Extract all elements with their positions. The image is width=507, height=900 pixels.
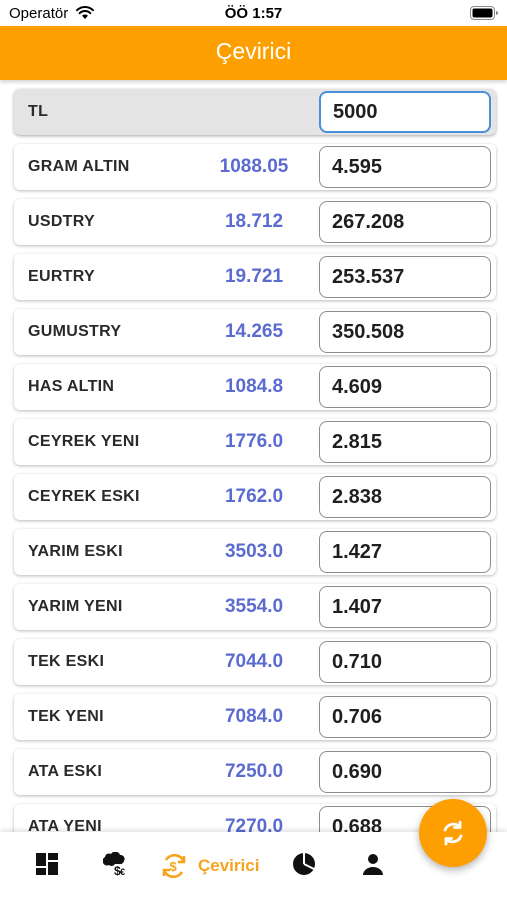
converted-amount-input[interactable] [319,201,491,243]
exchange-rate: 7084.0 [224,706,284,727]
converter-row: CEYREK ESKI 1762.0 [14,474,496,520]
converted-amount-input[interactable] [319,311,491,353]
currency-name: ATA YENI [28,818,102,832]
app-header: Çevirici [0,26,507,80]
currency-name: EURTRY [28,268,95,285]
currency-name: TEK YENI [28,708,104,725]
dashboard-icon [36,853,58,875]
nav-dashboard[interactable] [35,852,59,880]
exchange-rate: 14.265 [224,321,284,342]
currency-name: ATA ESKI [28,763,103,780]
exchange-rate: 7044.0 [224,651,284,672]
currency-name: TL [28,103,49,120]
converted-amount-input[interactable] [319,421,491,463]
converted-amount-input[interactable] [319,531,491,573]
converted-amount-input[interactable] [319,586,491,628]
status-time: ÖÖ 1:57 [224,5,283,22]
converter-row: YARIM YENI 3554.0 [14,584,496,630]
exchange-rate: 1084.8 [224,376,284,397]
nav-converter[interactable]: $ Çevirici [160,852,259,880]
converted-amount-input[interactable] [319,641,491,683]
converter-row: ATA ESKI 7250.0 [14,749,496,795]
currency-name: YARIM ESKI [28,543,123,560]
converted-amount-input[interactable] [319,256,491,298]
converter-row: TEK YENI 7084.0 [14,694,496,740]
currency-name: GRAM ALTIN [28,158,130,175]
currency-name: USDTRY [28,213,95,230]
pie-chart-icon [293,853,315,875]
exchange-rate: 3554.0 [224,596,284,617]
nav-converter-label: Çevirici [198,856,260,875]
currency-name: CEYREK YENI [28,433,140,450]
converter-row: TEK ESKI 7044.0 [14,639,496,685]
converter-row: CEYREK YENI 1776.0 [14,419,496,465]
base-amount-input[interactable] [319,91,491,133]
converter-row: EURTRY 19.721 [14,254,496,300]
page-title: Çevirici [215,38,292,64]
converted-amount-input[interactable] [319,696,491,738]
converted-amount-input[interactable] [319,476,491,518]
converted-amount-input[interactable] [319,366,491,408]
currency-name: YARIM YENI [28,598,123,615]
currency-name: HAS ALTIN [28,378,115,395]
exchange-rate: 1776.0 [224,431,284,452]
battery-icon [470,6,498,20]
exchange-rate: 1088.05 [219,156,289,177]
exchange-rate: 7270.0 [224,816,284,832]
converter-row: HAS ALTIN 1084.8 [14,364,496,410]
converter-row: USDTRY 18.712 [14,199,496,245]
exchange-rate: 3503.0 [224,541,284,562]
exchange-rates-icon: $ € [103,852,125,876]
nav-profile[interactable] [361,852,385,880]
status-bar: Operatör ÖÖ 1:57 [0,0,507,26]
converter-row: GUMUSTRY 14.265 [14,309,496,355]
exchange-rate: 7250.0 [224,761,284,782]
converter-list[interactable]: TL GRAM ALTIN 1088.05 USDTRY 18.712 EURT… [0,80,507,832]
exchange-rate: 1762.0 [224,486,284,507]
converter-row: GRAM ALTIN 1088.05 [14,144,496,190]
currency-name: GUMUSTRY [28,323,122,340]
currency-name: TEK ESKI [28,653,105,670]
refresh-button[interactable] [419,799,487,867]
exchange-rate: 19.721 [224,266,284,287]
currency-converter-icon: $ [162,853,186,879]
svg-text:$: $ [170,859,178,874]
svg-text:€: € [120,867,125,876]
nav-charts[interactable] [292,852,316,880]
base-currency-row: TL [14,89,496,135]
converted-amount-input[interactable] [319,751,491,793]
currency-name: CEYREK ESKI [28,488,140,505]
converted-amount-input[interactable] [319,146,491,188]
exchange-rate: 18.712 [224,211,284,232]
converter-row: YARIM ESKI 3503.0 [14,529,496,575]
nav-exchange-rates[interactable]: $ € [103,852,127,880]
user-icon [363,854,383,875]
refresh-icon [443,820,463,846]
